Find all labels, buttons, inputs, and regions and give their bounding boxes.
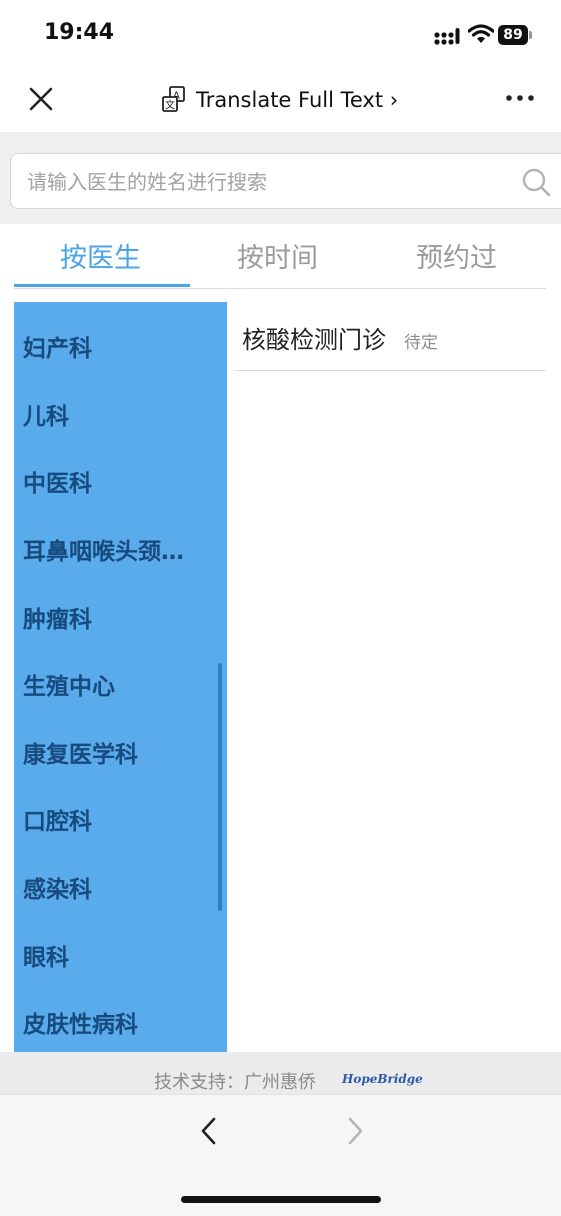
translate-icon: A 文 bbox=[162, 86, 185, 112]
tab-by-doctor[interactable]: 按医生 bbox=[60, 236, 141, 275]
chevron-right-icon bbox=[348, 1117, 363, 1145]
department-sidebar[interactable]: 妇产科 儿科 中医科 耳鼻咽喉头颈… 肿瘤科 生殖中心 康复医学科 口腔科 感染… bbox=[14, 302, 227, 1052]
translate-label: Translate Full Text › bbox=[196, 88, 399, 112]
department-item[interactable]: 口腔科 bbox=[23, 802, 92, 836]
close-button[interactable] bbox=[26, 84, 56, 114]
department-item[interactable]: 眼科 bbox=[23, 938, 69, 972]
tab-bar: 按医生 按时间 预约过 bbox=[14, 226, 546, 289]
department-item[interactable]: 生殖中心 bbox=[23, 667, 115, 701]
department-item[interactable]: 妇产科 bbox=[23, 329, 92, 363]
close-icon bbox=[29, 87, 53, 111]
footer: 技术支持：广州惠侨 HopeBridge bbox=[0, 1052, 561, 1094]
more-icon bbox=[506, 95, 534, 101]
department-item[interactable]: 儿科 bbox=[23, 397, 69, 431]
department-item[interactable]: 皮肤性病科 bbox=[23, 1005, 138, 1039]
back-button[interactable] bbox=[196, 1116, 222, 1146]
battery-icon: 89 bbox=[498, 25, 532, 45]
tab-by-time[interactable]: 按时间 bbox=[237, 236, 318, 275]
search-icon[interactable] bbox=[521, 167, 551, 197]
home-indicator bbox=[181, 1196, 381, 1203]
svg-text:文: 文 bbox=[165, 99, 175, 112]
hopebridge-logo: HopeBridge bbox=[342, 1072, 423, 1086]
footer-support-text: 技术支持：广州惠侨 bbox=[154, 1072, 316, 1093]
wifi-icon bbox=[467, 24, 495, 44]
active-tab-indicator bbox=[14, 284, 190, 287]
battery-level: 89 bbox=[498, 25, 528, 45]
translate-full-text-button[interactable]: A 文 Translate Full Text › bbox=[160, 84, 398, 116]
tab-booked[interactable]: 预约过 bbox=[416, 236, 497, 275]
clinic-status: 待定 bbox=[404, 333, 438, 353]
doctor-search-input[interactable] bbox=[25, 164, 509, 200]
sidebar-scrollbar[interactable] bbox=[218, 663, 222, 911]
department-item[interactable]: 中医科 bbox=[23, 464, 92, 498]
cellular-signal-icon bbox=[434, 27, 460, 45]
more-options-button[interactable] bbox=[504, 88, 536, 108]
chevron-left-icon bbox=[201, 1117, 216, 1145]
status-time: 19:44 bbox=[44, 20, 115, 45]
department-item[interactable]: 肿瘤科 bbox=[23, 600, 92, 634]
department-item[interactable]: 康复医学科 bbox=[23, 735, 138, 769]
department-item[interactable]: 感染科 bbox=[23, 870, 92, 904]
forward-button[interactable] bbox=[342, 1116, 368, 1146]
clinic-name: 核酸检测门诊 bbox=[242, 326, 386, 354]
department-item[interactable]: 耳鼻咽喉头颈… bbox=[23, 532, 184, 566]
clinic-list-item[interactable]: 核酸检测门诊 待定 bbox=[234, 302, 546, 371]
search-box bbox=[10, 153, 561, 209]
